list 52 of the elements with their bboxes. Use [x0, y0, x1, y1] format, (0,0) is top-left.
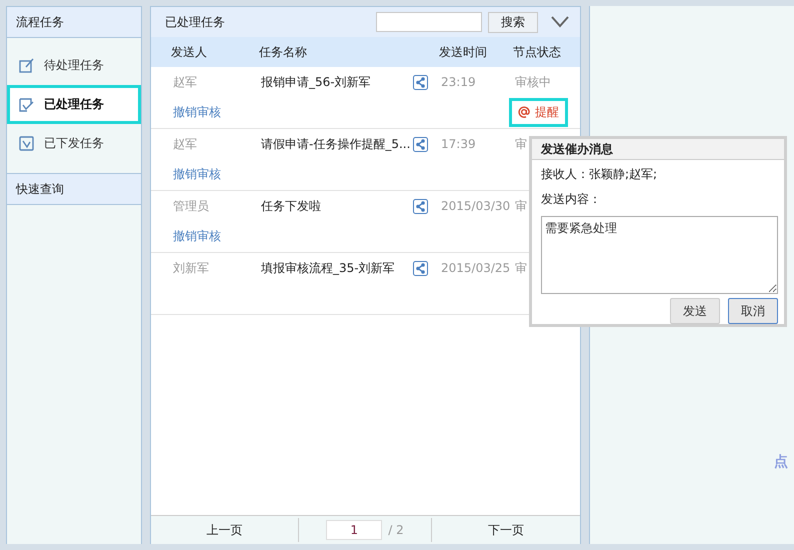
sender-cell: 赵军 [173, 74, 197, 90]
time-cell: 2015/03/25 [441, 261, 510, 275]
search-field[interactable] [376, 12, 482, 32]
hint-text: 点 [774, 453, 788, 471]
time-cell: 17:39 [441, 137, 476, 151]
column-header: 任务名称 [259, 44, 308, 60]
content-label: 发送内容： [541, 191, 602, 208]
task-name-cell[interactable]: 报销申请_56-刘新军 [261, 74, 413, 90]
task-name-cell[interactable]: 填报审核流程_35-刘新军 [261, 260, 413, 276]
sidebar-section-title[interactable]: 快速查询 [7, 174, 141, 205]
document-icon [18, 135, 35, 152]
status-cell: 审 [515, 260, 527, 276]
search-button[interactable]: 搜索 [488, 12, 538, 32]
remind-link[interactable]: 提醒 [509, 98, 568, 126]
recipients-text: 接收人：张颖静;赵军; [541, 166, 658, 183]
sidebar-item[interactable]: 已下发任务 [7, 124, 141, 163]
sidebar-item[interactable]: 待处理任务 [7, 46, 141, 85]
time-cell: 2015/03/30 [441, 199, 510, 213]
send-button[interactable]: 发送 [670, 298, 720, 324]
check-icon [18, 96, 35, 113]
status-cell: 审 [515, 136, 527, 152]
sender-cell: 赵军 [173, 136, 197, 152]
sidebar-item[interactable]: 已处理任务 [7, 85, 141, 124]
page-number-field[interactable]: 1 [326, 520, 382, 540]
previous-page-link[interactable]: 上一页 [206, 522, 242, 538]
time-cell: 23:19 [441, 75, 476, 89]
cancel-button[interactable]: 取消 [728, 298, 778, 324]
revoke-link[interactable]: 撤销审核 [173, 104, 261, 120]
edit-icon [18, 57, 35, 74]
share-icon[interactable] [413, 260, 428, 276]
column-header: 发送时间 [439, 44, 488, 60]
status-cell: 审 [515, 198, 527, 214]
task-name-cell[interactable]: 请假申请-任务操作提醒_5... [261, 136, 413, 152]
share-icon[interactable] [413, 136, 428, 152]
revoke-link[interactable]: 撤销审核 [173, 166, 261, 182]
next-page-link[interactable]: 下一页 [488, 522, 524, 538]
share-icon[interactable] [413, 74, 428, 90]
message-field[interactable]: 需要紧急处理 [541, 216, 778, 294]
status-cell: 审核中 [515, 74, 551, 90]
at-icon [518, 106, 530, 118]
panel-title: 已处理任务 [165, 14, 226, 30]
chevron-down-icon[interactable] [550, 16, 570, 28]
dialog-title: 发送催办消息 [532, 139, 784, 160]
sender-cell: 刘新军 [173, 260, 209, 276]
page-total: / 2 [388, 523, 404, 537]
column-header: 节点状态 [513, 44, 562, 60]
task-name-cell[interactable]: 任务下发啦 [261, 198, 413, 214]
sender-cell: 管理员 [173, 198, 209, 214]
share-icon[interactable] [413, 198, 428, 214]
sidebar-title: 流程任务 [7, 7, 141, 38]
revoke-link[interactable]: 撤销审核 [173, 228, 261, 244]
column-header: 发送人 [171, 44, 208, 60]
